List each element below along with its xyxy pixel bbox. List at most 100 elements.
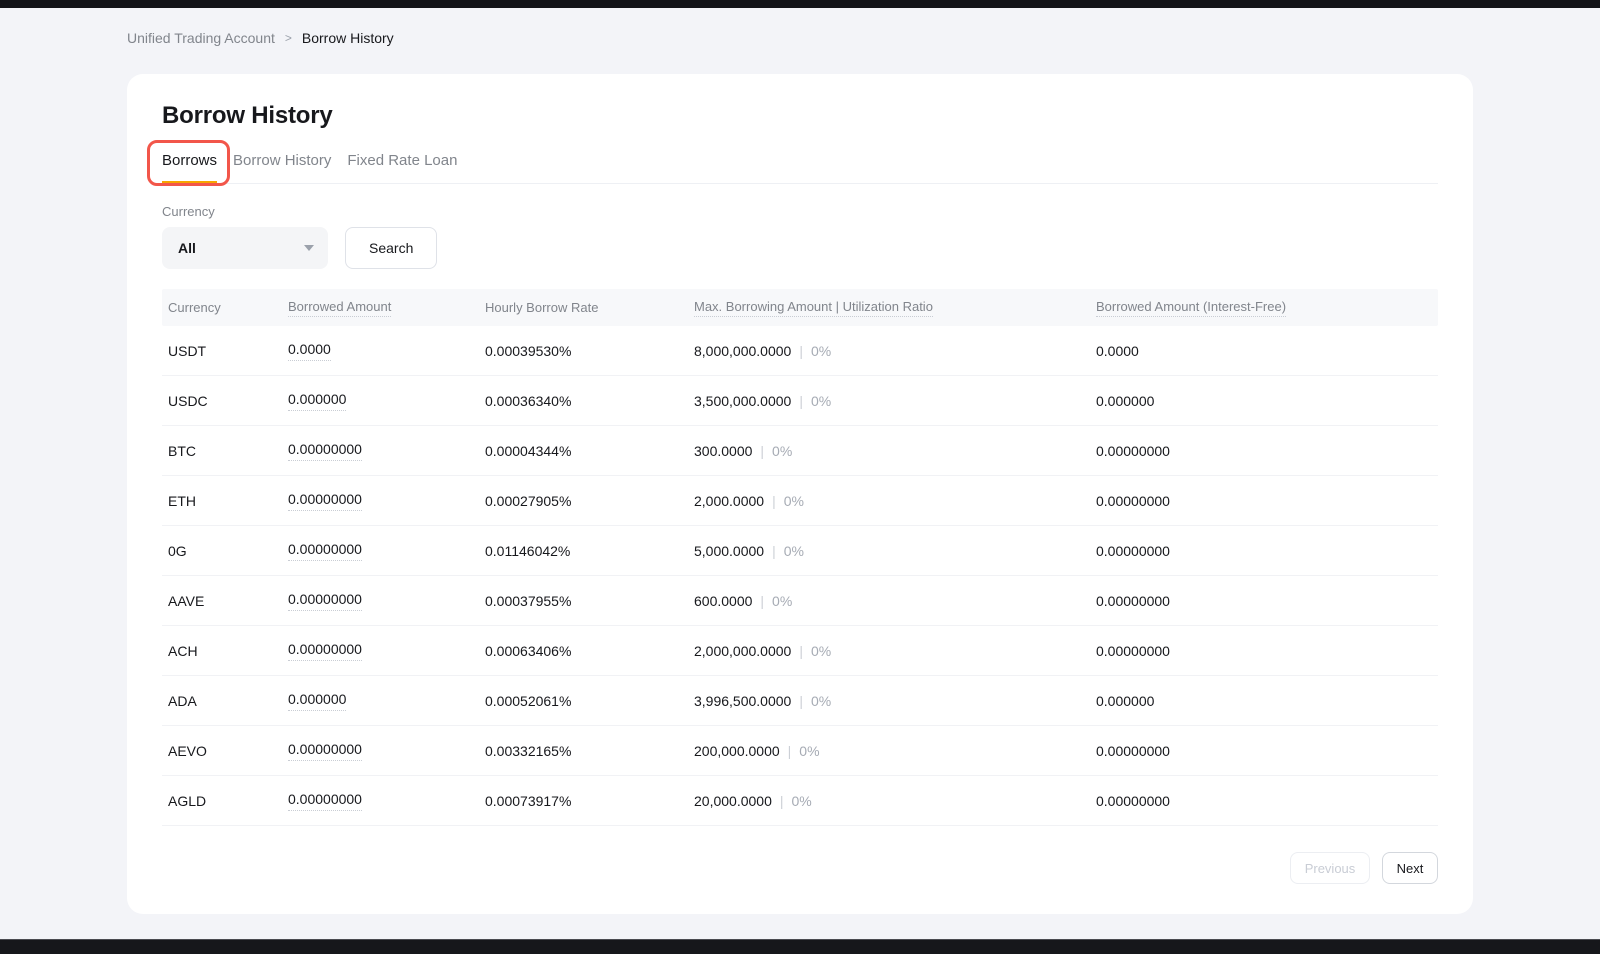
- table-row: AGLD 0.00000000 0.00073917% 20,000.0000|…: [162, 776, 1438, 826]
- previous-page-button[interactable]: Previous: [1290, 852, 1370, 884]
- cell-hourly-borrow-rate: 0.00039530%: [485, 343, 694, 359]
- cell-hourly-borrow-rate: 0.00004344%: [485, 443, 694, 459]
- max-borrowing-amount: 3,996,500.0000: [694, 693, 791, 709]
- search-button[interactable]: Search: [345, 227, 437, 269]
- currency-filter-label: Currency: [162, 204, 1438, 219]
- borrow-history-card: Borrow History Borrows Borrow History Fi…: [127, 74, 1473, 914]
- cell-interest-free: 0.00000000: [1096, 593, 1438, 609]
- cell-currency: AGLD: [168, 793, 288, 809]
- cell-interest-free: 0.00000000: [1096, 543, 1438, 559]
- cell-currency: ADA: [168, 693, 288, 709]
- max-borrowing-amount: 300.0000: [694, 443, 752, 459]
- active-tab-underline: [162, 181, 217, 184]
- value-separator: |: [799, 693, 803, 709]
- value-separator: |: [799, 343, 803, 359]
- max-borrowing-amount: 3,500,000.0000: [694, 393, 791, 409]
- page-title: Borrow History: [162, 102, 1438, 130]
- breadcrumb: Unified Trading Account > Borrow History: [127, 30, 1600, 46]
- value-separator: |: [788, 743, 792, 759]
- cell-borrowed-amount: 0.0000: [288, 341, 331, 361]
- column-header: Max. Borrowing Amount | Utilization Rati…: [694, 299, 1096, 317]
- cell-currency: USDC: [168, 393, 288, 409]
- caret-down-icon: [304, 245, 314, 251]
- cell-interest-free: 0.0000: [1096, 343, 1438, 359]
- max-borrowing-amount: 2,000.0000: [694, 493, 764, 509]
- value-separator: |: [760, 443, 764, 459]
- column-header: Currency: [168, 300, 288, 315]
- cell-interest-free: 0.00000000: [1096, 643, 1438, 659]
- cell-borrowed-amount: 0.00000000: [288, 441, 362, 461]
- table-row: ACH 0.00000000 0.00063406% 2,000,000.000…: [162, 626, 1438, 676]
- utilization-ratio: 0%: [811, 693, 831, 709]
- max-borrowing-amount: 5,000.0000: [694, 543, 764, 559]
- cell-max-borrowing: 3,500,000.0000 | 0%: [694, 393, 1096, 409]
- cell-interest-free: 0.000000: [1096, 393, 1438, 409]
- cell-interest-free: 0.00000000: [1096, 793, 1438, 809]
- value-separator: |: [799, 393, 803, 409]
- cell-currency: ACH: [168, 643, 288, 659]
- cell-hourly-borrow-rate: 0.00036340%: [485, 393, 694, 409]
- cell-hourly-borrow-rate: 0.00332165%: [485, 743, 694, 759]
- cell-borrowed-amount: 0.00000000: [288, 491, 362, 511]
- utilization-ratio: 0%: [811, 643, 831, 659]
- utilization-ratio: 0%: [772, 443, 792, 459]
- cell-currency: ETH: [168, 493, 288, 509]
- cell-borrowed-amount: 0.00000000: [288, 791, 362, 811]
- cell-currency: AAVE: [168, 593, 288, 609]
- tab-borrows[interactable]: Borrows: [162, 146, 217, 183]
- value-separator: |: [760, 593, 764, 609]
- cell-max-borrowing: 200,000.0000|0%: [694, 743, 1096, 759]
- window-bottom-bar: [0, 939, 1600, 954]
- cell-currency: AEVO: [168, 743, 288, 759]
- utilization-ratio: 0%: [784, 493, 804, 509]
- cell-borrowed-amount: 0.00000000: [288, 591, 362, 611]
- table-row: ADA 0.000000 0.00052061% 3,996,500.0000 |…: [162, 676, 1438, 726]
- utilization-ratio: 0%: [792, 793, 812, 809]
- borrows-table: CurrencyBorrowed AmountHourly Borrow Rat…: [162, 289, 1438, 826]
- cell-max-borrowing: 2,000,000.0000 | 0%: [694, 643, 1096, 659]
- cell-max-borrowing: 20,000.0000|0%: [694, 793, 1096, 809]
- table-row: USDC 0.000000 0.00036340% 3,500,000.0000…: [162, 376, 1438, 426]
- cell-max-borrowing: 8,000,000.0000|0%: [694, 343, 1096, 359]
- cell-borrowed-amount: 0.00000000: [288, 741, 362, 761]
- cell-interest-free: 0.000000: [1096, 693, 1438, 709]
- tab-borrow-history[interactable]: Borrow History: [233, 146, 331, 183]
- cell-borrowed-amount: 0.000000: [288, 391, 346, 411]
- cell-currency: 0G: [168, 543, 288, 559]
- tab-label: Borrow History: [233, 152, 331, 169]
- cell-max-borrowing: 5,000.0000|0%: [694, 543, 1096, 559]
- cell-hourly-borrow-rate: 0.00037955%: [485, 593, 694, 609]
- breadcrumb-parent-link[interactable]: Unified Trading Account: [127, 30, 275, 46]
- column-header: Hourly Borrow Rate: [485, 300, 694, 315]
- cell-interest-free: 0.00000000: [1096, 743, 1438, 759]
- currency-select[interactable]: All: [162, 227, 328, 269]
- cell-borrowed-amount: 0.000000: [288, 691, 346, 711]
- utilization-ratio: 0%: [811, 393, 831, 409]
- utilization-ratio: 0%: [772, 593, 792, 609]
- column-header: Borrowed Amount (Interest-Free): [1096, 299, 1438, 317]
- cell-hourly-borrow-rate: 0.01146042%: [485, 543, 694, 559]
- tab-fixed-rate-loan[interactable]: Fixed Rate Loan: [347, 146, 457, 183]
- value-separator: |: [772, 543, 776, 559]
- value-separator: |: [799, 643, 803, 659]
- filter-section: Currency All Search: [162, 204, 1438, 269]
- utilization-ratio: 0%: [811, 343, 831, 359]
- cell-borrowed-amount: 0.00000000: [288, 541, 362, 561]
- tab-label: Fixed Rate Loan: [347, 152, 457, 169]
- cell-hourly-borrow-rate: 0.00027905%: [485, 493, 694, 509]
- next-page-button[interactable]: Next: [1382, 852, 1438, 884]
- cell-max-borrowing: 2,000.0000 | 0%: [694, 493, 1096, 509]
- max-borrowing-amount: 600.0000: [694, 593, 752, 609]
- cell-hourly-borrow-rate: 0.00063406%: [485, 643, 694, 659]
- max-borrowing-amount: 20,000.0000: [694, 793, 772, 809]
- table-row: ETH 0.00000000 0.00027905% 2,000.0000 | 0%…: [162, 476, 1438, 526]
- tabs: Borrows Borrow History Fixed Rate Loan: [162, 146, 1438, 184]
- table-row: AAVE 0.00000000 0.00037955% 600.0000|0% …: [162, 576, 1438, 626]
- table-row: 0G 0.00000000 0.01146042% 5,000.0000|0% …: [162, 526, 1438, 576]
- table-row: BTC 0.00000000 0.00004344% 300.0000|0% 0…: [162, 426, 1438, 476]
- table-header-row: CurrencyBorrowed AmountHourly Borrow Rat…: [162, 289, 1438, 326]
- value-separator: |: [772, 493, 776, 509]
- cell-hourly-borrow-rate: 0.00052061%: [485, 693, 694, 709]
- max-borrowing-amount: 2,000,000.0000: [694, 643, 791, 659]
- utilization-ratio: 0%: [799, 743, 819, 759]
